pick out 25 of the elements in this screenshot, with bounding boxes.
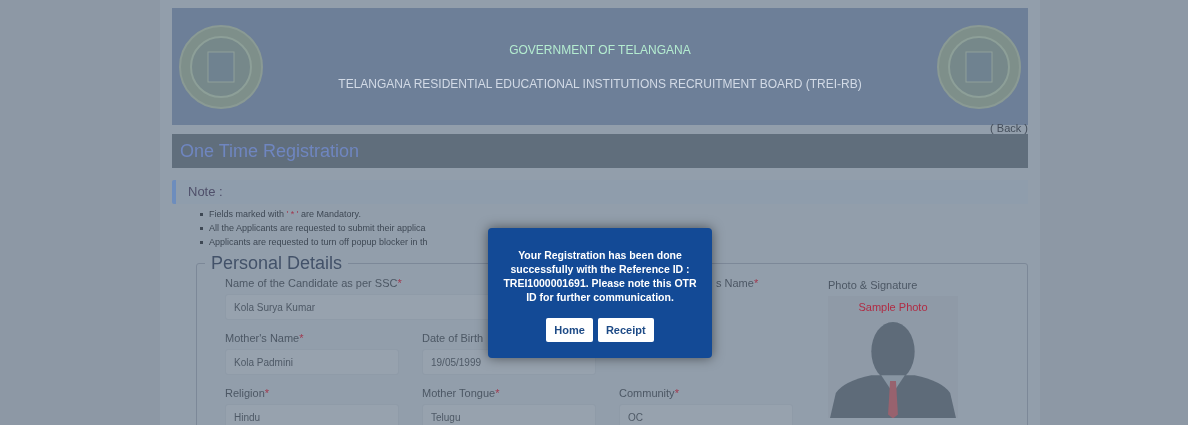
back-link[interactable]: ( Back ) bbox=[990, 122, 1028, 134]
input-field[interactable]: Kola Padmini bbox=[225, 349, 399, 375]
state-emblem-icon bbox=[178, 23, 264, 110]
note-item: All the Applicants are requested to submit their applica bbox=[209, 222, 426, 235]
field-label: Date of Birth bbox=[422, 330, 484, 346]
field-label: Name of the Candidate as per SSC* bbox=[225, 275, 402, 291]
note-heading: Note : bbox=[188, 183, 223, 202]
board-emblem-icon bbox=[936, 23, 1022, 110]
header-subtitle: TELANGANA RESIDENTIAL EDUCATIONAL INSTITUTIONS RECRUITMENT BOARD (TREI-RB) bbox=[338, 75, 862, 93]
header-title: GOVERNMENT OF TELANGANA bbox=[509, 41, 691, 59]
field-label: Religion* bbox=[225, 385, 270, 401]
note-item: Fields marked with ' * ' are Mandatory. bbox=[209, 208, 361, 221]
note-item: Applicants are requested to turn off popup blocker in th bbox=[209, 236, 428, 249]
dialog-button[interactable]: Home bbox=[546, 318, 593, 342]
dialog-button[interactable]: Receipt bbox=[597, 318, 654, 342]
input-field[interactable]: Telugu bbox=[422, 404, 596, 425]
field-label: s Name* bbox=[716, 275, 759, 291]
field-label: Mother's Name* bbox=[225, 330, 304, 346]
field-label: Community* bbox=[619, 385, 679, 401]
input-field[interactable]: OC bbox=[619, 404, 793, 425]
photo-caption: Sample Photo bbox=[858, 300, 928, 315]
input-field[interactable]: Hindu bbox=[225, 404, 399, 425]
field-label: Mother Tongue* bbox=[422, 385, 500, 401]
photo-label: Photo & Signature bbox=[828, 277, 918, 293]
page-title: One Time Registration bbox=[180, 139, 360, 163]
